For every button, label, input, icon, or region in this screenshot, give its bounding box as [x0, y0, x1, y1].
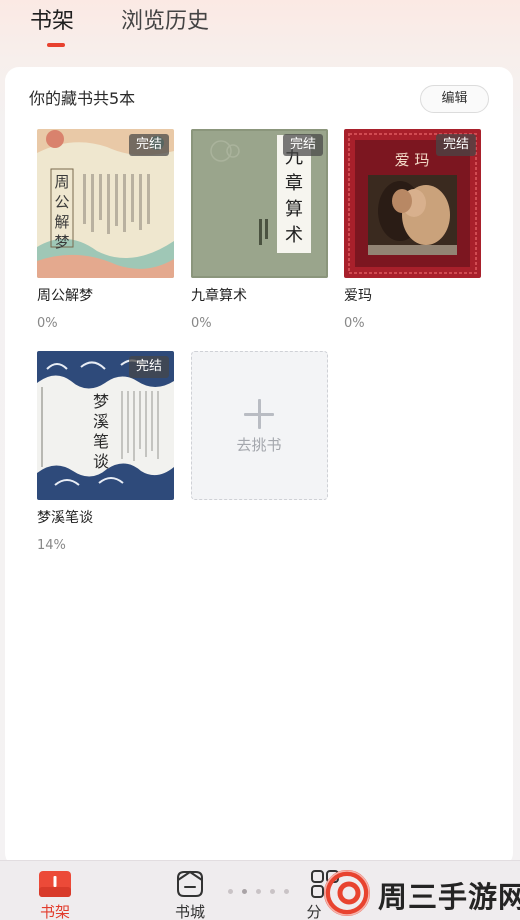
book-cover[interactable]: 九 章 算 术 完结 [191, 129, 328, 278]
tab-browse-history[interactable]: 浏览历史 [121, 8, 209, 36]
browse-books-tile[interactable]: 去挑书 [191, 351, 328, 500]
completed-badge: 完结 [282, 134, 323, 156]
svg-text:溪: 溪 [93, 412, 109, 431]
book-progress: 0% [191, 316, 212, 331]
completed-badge: 完结 [435, 134, 476, 156]
book-shelf-icon [39, 871, 71, 897]
svg-text:术: 术 [285, 225, 303, 246]
book-progress: 0% [344, 316, 365, 331]
svg-text:梦: 梦 [54, 233, 69, 251]
book-cover[interactable]: 梦 溪 笔 谈 完结 [37, 351, 174, 500]
svg-text:章: 章 [285, 173, 303, 194]
svg-text:爱 玛: 爱 玛 [395, 151, 430, 169]
book-progress: 0% [37, 316, 58, 331]
book-store-icon [177, 870, 203, 897]
svg-text:公: 公 [54, 193, 69, 211]
browse-books-label: 去挑书 [236, 436, 282, 454]
watermark-logo-icon [324, 870, 370, 916]
nav-label: 书城 [174, 903, 205, 920]
tab-bookshelf[interactable]: 书架 [30, 8, 74, 36]
svg-text:笔: 笔 [93, 432, 109, 451]
plus-icon [242, 397, 276, 431]
book-progress: 14% [37, 538, 66, 553]
bookshelf-card: 你的藏书共5本 编辑 周 公 解 梦 完结 周公解梦 0% 九 章 算 术 完结… [5, 67, 513, 867]
nav-item-bookshelf[interactable]: 书架 [15, 861, 95, 920]
completed-badge: 完结 [128, 134, 169, 156]
svg-text:周: 周 [54, 173, 69, 191]
site-watermark: 周三手游网 [320, 866, 520, 920]
nav-item-bookstore[interactable]: 书城 [150, 861, 230, 920]
edit-button[interactable]: 编辑 [420, 85, 489, 113]
watermark-text: 周三手游网 [378, 880, 520, 914]
book-title: 九章算术 [191, 288, 247, 304]
book-cover[interactable]: 周 公 解 梦 完结 [37, 129, 174, 278]
top-tab-bar: 书架 浏览历史 [0, 0, 520, 64]
book-cover[interactable]: 爱 玛 完结 [344, 129, 481, 278]
book-title: 爱玛 [344, 288, 372, 304]
nav-label: 书架 [39, 903, 70, 920]
svg-text:算: 算 [285, 199, 303, 220]
svg-text:解: 解 [54, 213, 69, 231]
book-item-zhougong[interactable]: 周 公 解 梦 完结 周公解梦 0% [37, 129, 174, 331]
collection-count-text: 你的藏书共5本 [29, 89, 136, 108]
book-title: 周公解梦 [37, 288, 93, 304]
book-title: 梦溪笔谈 [37, 510, 93, 526]
book-item-mengxi[interactable]: 梦 溪 笔 谈 完结 梦溪笔谈 14% [37, 351, 174, 553]
book-item-jiuzhang[interactable]: 九 章 算 术 完结 九章算术 0% [191, 129, 328, 331]
svg-text:梦: 梦 [93, 392, 109, 411]
active-tab-indicator [47, 43, 65, 47]
svg-text:谈: 谈 [93, 452, 109, 471]
book-item-emma[interactable]: 爱 玛 完结 爱玛 0% [344, 129, 481, 331]
completed-badge: 完结 [128, 356, 169, 378]
